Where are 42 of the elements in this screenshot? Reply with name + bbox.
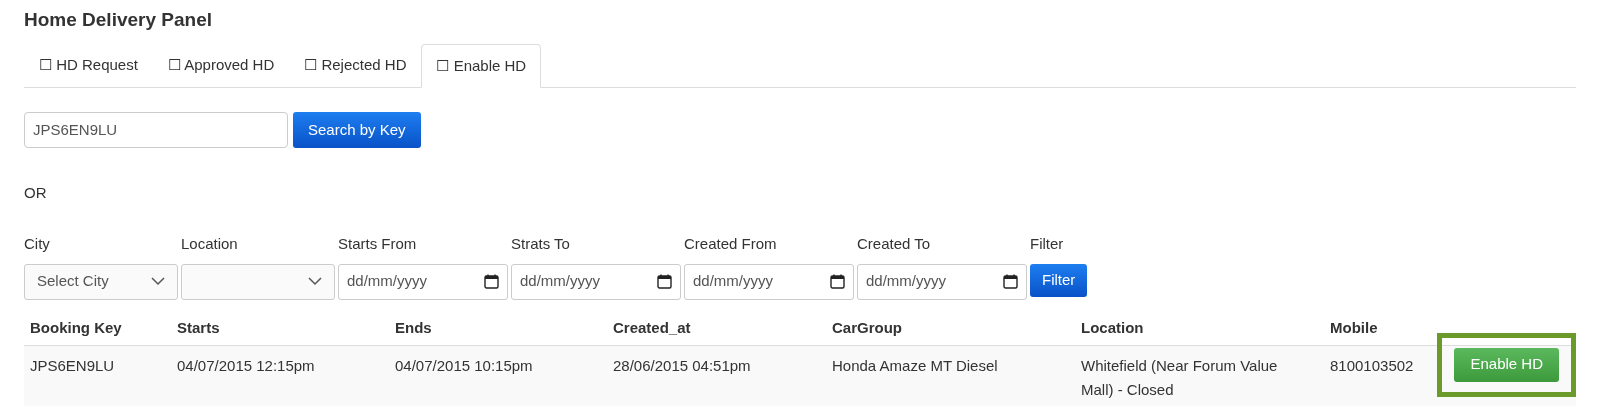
- filter-label: Created To: [857, 234, 932, 254]
- table-cell: Honda Amaze MT Diesel: [832, 356, 998, 374]
- tab[interactable]: ☐ Approved HD: [152, 44, 290, 87]
- select-field[interactable]: Select City: [24, 263, 178, 300]
- search-button[interactable]: Search by Key: [293, 112, 421, 148]
- calendar-icon: [1003, 274, 1018, 289]
- select-field[interactable]: [181, 263, 335, 300]
- filter-button[interactable]: Filter: [1030, 263, 1088, 297]
- chevron-down-icon: [151, 277, 165, 286]
- column-header: Mobile: [1330, 319, 1378, 336]
- or-label: OR: [24, 183, 47, 203]
- search-field[interactable]: JPS6EN9LU: [24, 112, 288, 148]
- filter-label: Created From: [684, 234, 778, 254]
- filter-label: Starts From: [338, 234, 418, 254]
- column-header: Location: [1081, 319, 1144, 336]
- table-cell: Whitefield (Near Forum Value Mall) - Closed: [1081, 356, 1278, 398]
- date-field[interactable]: dd/mm/yyyy: [338, 263, 508, 300]
- column-header: Starts: [177, 319, 220, 336]
- calendar-icon: [830, 274, 845, 289]
- tab[interactable]: ☐ Enable HD: [421, 44, 542, 88]
- table-cell: JPS6EN9LU: [30, 356, 115, 374]
- column-header: Ends: [395, 319, 432, 336]
- filter-label: City: [24, 234, 51, 254]
- tab[interactable]: ☐ HD Request: [24, 44, 153, 87]
- chevron-down-icon: [308, 277, 322, 286]
- table-cell: 04/07/2015 12:15pm: [177, 356, 315, 374]
- date-field[interactable]: dd/mm/yyyy: [511, 263, 681, 300]
- column-header: Created_at: [613, 319, 691, 336]
- filter-label: Location: [181, 234, 239, 254]
- column-header: Booking Key: [30, 319, 122, 336]
- tab[interactable]: ☐ Rejected HD: [289, 44, 422, 87]
- date-field[interactable]: dd/mm/yyyy: [857, 263, 1027, 300]
- calendar-icon: [657, 274, 672, 289]
- filter-label: Filter: [1030, 234, 1065, 254]
- calendar-icon: [484, 274, 499, 289]
- table-cell: 8100103502: [1330, 356, 1414, 374]
- filter-label: Strats To: [511, 234, 571, 254]
- column-header: CarGroup: [832, 319, 902, 336]
- panel-title: Home Delivery Panel: [24, 8, 213, 32]
- table-cell: 04/07/2015 10:15pm: [395, 356, 533, 374]
- table-cell: 28/06/2015 04:51pm: [613, 356, 751, 374]
- date-field[interactable]: dd/mm/yyyy: [684, 263, 854, 300]
